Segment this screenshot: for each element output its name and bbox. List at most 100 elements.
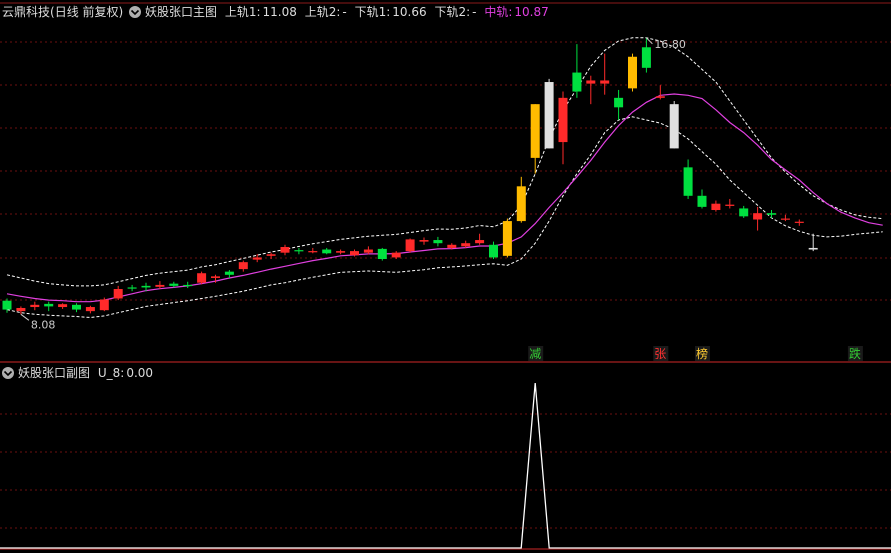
candles[interactable] bbox=[2, 37, 818, 315]
candle-body bbox=[767, 213, 776, 215]
candle-body bbox=[572, 72, 582, 92]
candle-body bbox=[794, 221, 804, 223]
price-annotations: 16.80 8.08 bbox=[20, 37, 686, 331]
candle-body bbox=[516, 186, 526, 222]
candle bbox=[85, 305, 95, 314]
candle bbox=[753, 206, 763, 231]
candle bbox=[669, 101, 679, 149]
grid bbox=[0, 2, 891, 550]
candle bbox=[433, 236, 443, 247]
signal-label: 跌 bbox=[849, 346, 861, 361]
candle bbox=[502, 218, 512, 258]
candle bbox=[391, 251, 401, 259]
candle-body bbox=[530, 104, 540, 158]
lower1-label: 下轨1: bbox=[355, 5, 391, 19]
candle bbox=[697, 189, 707, 209]
upper1-value: 11.08 bbox=[263, 5, 297, 19]
candle bbox=[2, 298, 12, 313]
candle-body bbox=[391, 252, 401, 258]
candle-body bbox=[461, 243, 471, 247]
indicator-toggle-icon[interactable] bbox=[129, 6, 141, 18]
candle-body bbox=[44, 303, 54, 307]
candle-body bbox=[58, 304, 68, 308]
bands bbox=[6, 37, 883, 319]
candle bbox=[780, 214, 790, 222]
candle-body bbox=[628, 56, 637, 89]
candle bbox=[308, 247, 318, 254]
candle bbox=[586, 75, 596, 105]
candle-body bbox=[141, 285, 151, 288]
app-name: 云鼎科技 bbox=[2, 5, 50, 19]
candle-body bbox=[655, 96, 665, 98]
candle-body bbox=[336, 251, 346, 253]
candle-body bbox=[183, 284, 193, 287]
candle-body bbox=[600, 80, 610, 84]
u8-label: U_8: bbox=[98, 366, 124, 380]
candle bbox=[238, 260, 248, 272]
sub-indicator-toggle-icon[interactable] bbox=[2, 367, 14, 379]
candle-body bbox=[363, 249, 373, 253]
main-indicator-values: 妖股张口主图 上轨1: 11.08 上轨2: - 下轨1: 10.66 下轨2: - 中… bbox=[145, 4, 549, 19]
main-header: 云鼎科技(日线 前复权) bbox=[2, 4, 123, 19]
candle bbox=[113, 285, 123, 301]
candle-body bbox=[433, 240, 443, 244]
signal-label: 减 bbox=[529, 347, 541, 361]
candle-body bbox=[85, 307, 95, 312]
candle-body bbox=[377, 248, 387, 259]
candle bbox=[572, 44, 582, 98]
candle-body bbox=[447, 244, 457, 248]
candle bbox=[266, 252, 276, 259]
upper2-label: 上轨2: bbox=[305, 5, 341, 19]
candle-body bbox=[308, 251, 318, 253]
candle bbox=[127, 284, 137, 292]
sub-indicator-name: 妖股张口副图 bbox=[18, 366, 90, 380]
candle-body bbox=[155, 284, 165, 287]
candle bbox=[683, 159, 693, 199]
indicator-name: 妖股张口主图 bbox=[145, 5, 217, 19]
period: (日线 前复权) bbox=[50, 4, 123, 19]
candle-body bbox=[16, 307, 26, 312]
candle-body bbox=[72, 304, 81, 310]
candle-body bbox=[725, 204, 735, 206]
candle bbox=[183, 281, 193, 289]
candle bbox=[489, 241, 498, 259]
sub-chart bbox=[0, 382, 891, 549]
candle-body bbox=[586, 80, 596, 84]
candle bbox=[628, 53, 637, 92]
candle-body bbox=[99, 299, 109, 311]
candle-body bbox=[502, 221, 512, 256]
candle-body bbox=[544, 82, 554, 149]
high-label: 16.80 bbox=[654, 38, 686, 51]
candle-body bbox=[113, 289, 123, 299]
candle-body bbox=[350, 251, 359, 256]
candle bbox=[322, 247, 332, 255]
candle-body bbox=[419, 240, 429, 242]
candle-body bbox=[197, 273, 207, 283]
upper2-value: - bbox=[342, 5, 346, 19]
candle bbox=[711, 200, 721, 212]
lower1-value: 10.66 bbox=[392, 5, 426, 19]
candle-body bbox=[641, 47, 651, 68]
candle-body bbox=[614, 97, 624, 108]
candle-body bbox=[2, 300, 12, 310]
candle bbox=[419, 237, 429, 245]
mid-label: 中轨: bbox=[484, 4, 512, 19]
candle-body bbox=[489, 244, 498, 258]
candle bbox=[72, 303, 81, 313]
candle bbox=[767, 210, 776, 218]
candle bbox=[808, 233, 818, 252]
mid-line bbox=[6, 93, 883, 303]
candle bbox=[197, 271, 207, 285]
candle-body bbox=[224, 271, 234, 275]
candle bbox=[475, 233, 485, 245]
signal-label: 榜 bbox=[696, 346, 708, 361]
candle-body bbox=[558, 97, 568, 143]
candle bbox=[99, 297, 109, 312]
candle bbox=[363, 246, 373, 255]
candle bbox=[294, 247, 304, 255]
candle-body bbox=[405, 239, 415, 252]
candle bbox=[739, 205, 749, 218]
lower2-value: - bbox=[472, 5, 476, 19]
candle-body bbox=[322, 249, 332, 254]
upper1-label: 上轨1: bbox=[225, 5, 261, 19]
